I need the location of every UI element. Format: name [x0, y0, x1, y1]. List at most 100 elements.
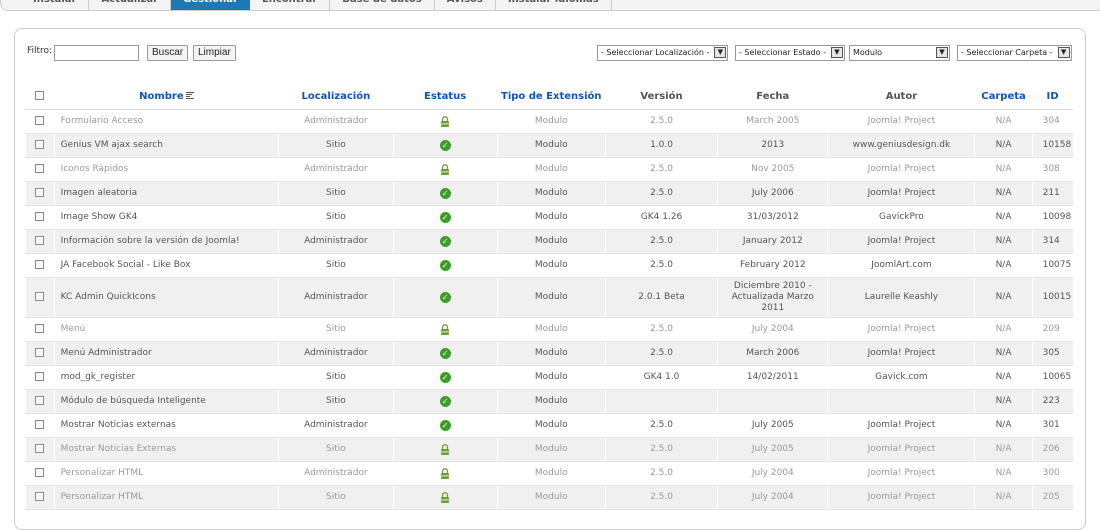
tab-3[interactable]: Encontrar	[250, 0, 331, 10]
status-cell[interactable]: ✓	[392, 341, 498, 366]
row-select-cell[interactable]	[25, 461, 55, 486]
check-icon[interactable]: ✓	[439, 187, 451, 199]
row-select-cell[interactable]	[25, 109, 55, 134]
status-cell[interactable]: ✓	[392, 133, 498, 158]
tab-1[interactable]: Actualizar	[89, 0, 172, 10]
row-checkbox[interactable]	[35, 444, 45, 453]
check-icon[interactable]: ✓	[439, 259, 451, 271]
tab-0[interactable]: Instalar	[21, 0, 90, 10]
row-checkbox[interactable]	[35, 116, 45, 125]
row-select-cell[interactable]	[25, 253, 55, 278]
select-all-header[interactable]	[25, 83, 55, 110]
row-select-cell[interactable]	[25, 485, 55, 510]
column-id[interactable]: ID	[1032, 83, 1073, 110]
check-icon[interactable]: ✓	[439, 211, 451, 223]
check-icon[interactable]: ✓	[439, 347, 451, 359]
table-row[interactable]: Genius VM ajax search Sitio ✓ Modulo 1.0.0 20…	[25, 133, 1073, 158]
tab-2[interactable]: Gestionar	[171, 0, 250, 10]
table-row[interactable]: mod_gk_register Sitio ✓ Modulo GK4 1.0 14/02/…	[25, 365, 1073, 390]
clear-button[interactable]: Limpiar	[193, 45, 236, 61]
row-checkbox[interactable]	[35, 140, 45, 149]
table-row[interactable]: KC Admin QuickIcons Administrador ✓ Modulo 2…	[25, 277, 1073, 318]
status-cell[interactable]	[392, 485, 498, 510]
table-row[interactable]: Módulo de búsqueda Inteligente Sitio ✓ Modu…	[25, 389, 1073, 414]
table-row[interactable]: Formulario Acceso Administrador Modulo 2.5.…	[25, 109, 1073, 134]
table-row[interactable]: Menú Administrador Administrador ✓ Modulo 2.…	[25, 341, 1073, 366]
status-cell[interactable]: ✓	[392, 205, 498, 230]
row-checkbox[interactable]	[35, 468, 45, 477]
check-icon[interactable]: ✓	[439, 371, 451, 383]
row-checkbox[interactable]	[35, 396, 45, 405]
table-row[interactable]: Imagen aleatoria Sitio ✓ Modulo 2.5.0 July 20…	[25, 181, 1073, 206]
column-date[interactable]: Fecha	[717, 83, 828, 110]
status-cell[interactable]	[392, 437, 498, 462]
row-select-cell[interactable]	[25, 389, 55, 414]
row-select-cell[interactable]	[25, 365, 55, 390]
folder-select[interactable]: - Seleccionar Carpeta - ▼	[957, 45, 1072, 61]
tab-6[interactable]: Instalar idiomas	[496, 0, 612, 10]
row-checkbox[interactable]	[35, 348, 45, 357]
check-icon[interactable]: ✓	[439, 419, 451, 431]
table-row[interactable]: Image Show GK4 Sitio ✓ Modulo GK4 1.26 31/03/…	[25, 205, 1073, 230]
row-select-cell[interactable]	[25, 133, 55, 158]
column-type[interactable]: Tipo de Extensión	[497, 83, 606, 110]
status-cell[interactable]	[392, 461, 498, 486]
column-version[interactable]: Versión	[605, 83, 718, 110]
row-checkbox[interactable]	[35, 372, 45, 381]
row-checkbox[interactable]	[35, 260, 45, 269]
column-location[interactable]: Localización	[278, 83, 394, 110]
table-row[interactable]: Información sobre la versión de Joomla! A…	[25, 229, 1073, 254]
row-select-cell[interactable]	[25, 181, 55, 206]
table-row[interactable]: Personalizar HTML Administrador Modulo 2.5.…	[25, 461, 1073, 486]
select-all-checkbox[interactable]	[35, 91, 45, 100]
row-checkbox[interactable]	[35, 292, 45, 301]
type-select[interactable]: Modulo ▼	[849, 45, 950, 61]
row-checkbox[interactable]	[35, 188, 45, 197]
status-cell[interactable]: ✓	[392, 413, 498, 438]
check-icon[interactable]: ✓	[439, 139, 451, 151]
check-icon[interactable]: ✓	[439, 395, 451, 407]
tab-4[interactable]: Base de datos	[330, 0, 435, 10]
row-select-cell[interactable]	[25, 437, 55, 462]
row-select-cell[interactable]	[25, 277, 55, 318]
search-button[interactable]: Buscar	[147, 45, 189, 61]
status-cell[interactable]	[392, 317, 498, 342]
row-select-cell[interactable]	[25, 317, 55, 342]
row-checkbox[interactable]	[35, 420, 45, 429]
table-row[interactable]: Mostrar Noticias externas Administrador ✓ M…	[25, 413, 1073, 438]
row-select-cell[interactable]	[25, 413, 55, 438]
status-cell[interactable]	[392, 109, 498, 134]
column-author[interactable]: Autor	[827, 83, 975, 110]
check-icon[interactable]: ✓	[439, 235, 451, 247]
check-icon[interactable]: ✓	[439, 291, 451, 303]
row-checkbox[interactable]	[35, 236, 45, 245]
row-checkbox[interactable]	[35, 492, 45, 501]
table-row[interactable]: Iconos Rápidos Administrador Modulo 2.5.0 No…	[25, 157, 1073, 182]
row-checkbox[interactable]	[35, 212, 45, 221]
table-row[interactable]: Menú Sitio Modulo 2.5.0 July 2004 Joomla! Pro…	[25, 317, 1073, 342]
column-name[interactable]: Nombre	[54, 83, 279, 110]
row-select-cell[interactable]	[25, 157, 55, 182]
status-cell[interactable]: ✓	[392, 389, 498, 414]
status-cell[interactable]: ✓	[392, 253, 498, 278]
row-select-cell[interactable]	[25, 205, 55, 230]
row-checkbox[interactable]	[35, 164, 45, 173]
table-row[interactable]: Personalizar HTML Sitio Modulo 2.5.0 July 20…	[25, 485, 1073, 510]
location-select[interactable]: - Seleccionar Localización - ▼	[597, 45, 729, 61]
status-cell[interactable]: ✓	[392, 277, 498, 318]
column-folder[interactable]: Carpeta	[974, 83, 1033, 110]
status-cell[interactable]: ✓	[392, 181, 498, 206]
column-status[interactable]: Estatus	[393, 83, 498, 110]
column-name-label[interactable]: Nombre	[139, 91, 184, 102]
status-cell[interactable]	[392, 157, 498, 182]
tab-5[interactable]: Avisos	[435, 0, 496, 10]
state-select[interactable]: - Seleccionar Estado - ▼	[735, 45, 845, 61]
row-select-cell[interactable]	[25, 341, 55, 366]
row-checkbox[interactable]	[35, 324, 45, 333]
status-cell[interactable]: ✓	[392, 229, 498, 254]
table-row[interactable]: JA Facebook Social - Like Box Sitio ✓ Modul…	[25, 253, 1073, 278]
status-cell[interactable]: ✓	[392, 365, 498, 390]
row-select-cell[interactable]	[25, 229, 55, 254]
filter-input[interactable]	[54, 45, 139, 61]
table-row[interactable]: Mostrar Noticias Externas Sitio Modulo 2.5.…	[25, 437, 1073, 462]
